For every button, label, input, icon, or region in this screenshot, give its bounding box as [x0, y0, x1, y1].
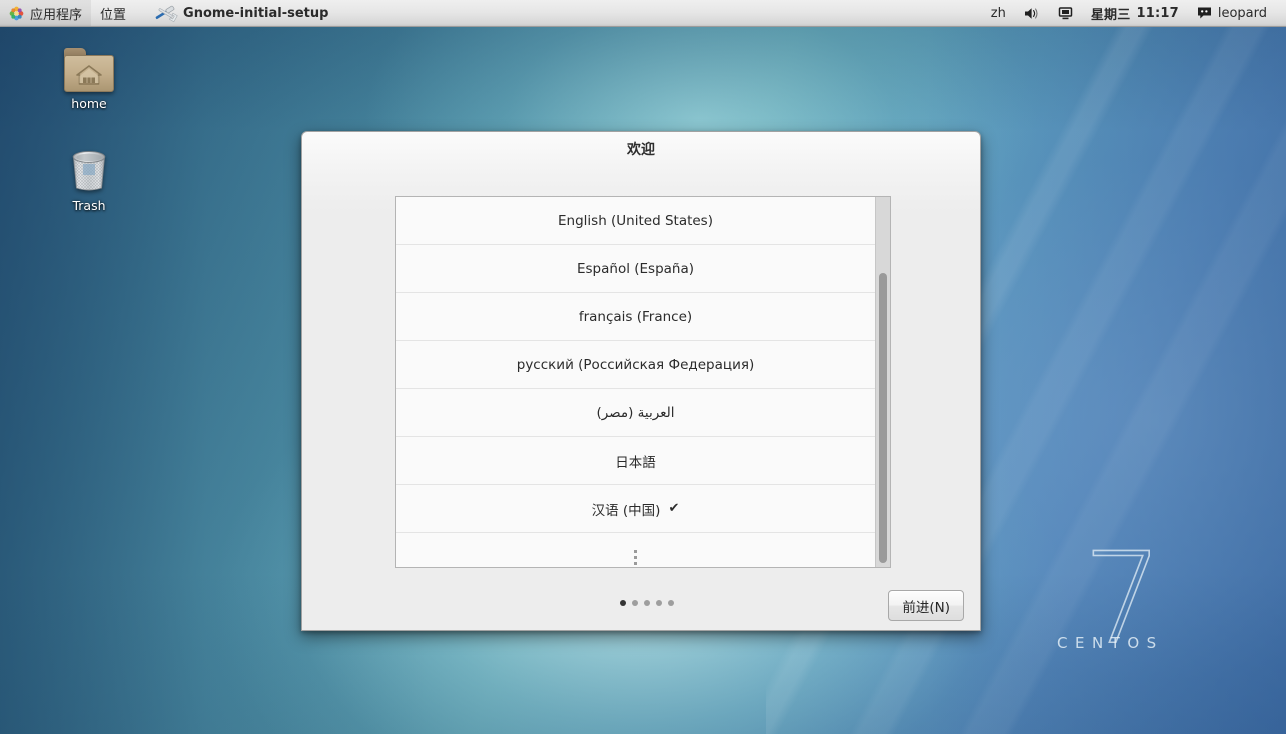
clock-indicator[interactable]: 星期三 11:17 — [1082, 0, 1188, 26]
clock-day-label: 星期三 — [1090, 7, 1131, 23]
language-option-spanish[interactable]: Español (España) — [396, 245, 875, 293]
dialog-title: 欢迎 — [627, 142, 655, 158]
language-list-scrollbar[interactable] — [875, 197, 890, 567]
clock-time-label: 11:17 — [1136, 5, 1179, 21]
input-source-indicator[interactable]: zh — [982, 0, 1015, 26]
menu-applications[interactable]: 应用程序 — [0, 0, 92, 26]
page-indicator-dots — [620, 600, 674, 606]
home-folder-icon — [64, 48, 114, 92]
language-option-english[interactable]: English (United States) — [396, 197, 875, 245]
page-dot-1[interactable] — [620, 600, 626, 606]
menu-places-label: 位置 — [100, 7, 127, 23]
input-source-label: zh — [990, 5, 1006, 21]
language-option-russian[interactable]: русский (Российская Федерация) — [396, 341, 875, 389]
language-label: Español (España) — [576, 260, 695, 277]
language-list[interactable]: English (United States) Español (España)… — [395, 196, 891, 568]
user-name-label: leopard — [1217, 5, 1267, 21]
language-label: 汉语 (中国) — [591, 502, 661, 519]
scrollbar-thumb[interactable] — [879, 273, 887, 563]
panel-left-group: 应用程序 位置 Gnome-initial-setup — [0, 0, 335, 26]
panel-right-group: zh 星期三 11:17 leopard — [982, 0, 1286, 26]
dialog-titlebar: 欢迎 — [302, 132, 980, 166]
user-menu[interactable]: leopard — [1188, 0, 1276, 26]
window-task-label: Gnome-initial-setup — [183, 5, 329, 21]
tools-icon — [152, 2, 178, 24]
language-option-french[interactable]: français (France) — [396, 293, 875, 341]
checkmark-icon: ✔ — [668, 501, 680, 516]
language-label: English (United States) — [558, 212, 713, 229]
welcome-dialog: 欢迎 English (United States) Español (Espa… — [301, 131, 981, 631]
volume-indicator[interactable] — [1015, 0, 1049, 26]
desktop-icon-home[interactable]: home — [41, 48, 137, 111]
language-label: français (France) — [578, 308, 693, 325]
more-vertical-icon — [634, 549, 637, 565]
trash-can-icon — [67, 148, 111, 194]
house-glyph-icon — [76, 65, 102, 85]
speaker-icon — [1024, 6, 1040, 21]
monitor-icon — [1058, 6, 1073, 21]
top-panel: 应用程序 位置 Gnome-initial-setup zh 星期三 11:17… — [0, 0, 1286, 27]
desktop-screen: 7 CENTOS home — [0, 0, 1286, 734]
language-option-arabic[interactable]: العربية (مصر) — [396, 389, 875, 437]
next-button[interactable]: 前进(N) — [888, 590, 964, 621]
language-label: русский (Российская Федерация) — [516, 356, 755, 373]
language-option-japanese[interactable]: 日本語 — [396, 437, 875, 485]
language-label: العربية (مصر) — [596, 404, 675, 421]
gnome-foot-icon — [9, 6, 24, 21]
language-label: 日本語 — [615, 454, 656, 471]
menu-places[interactable]: 位置 — [91, 0, 135, 26]
menu-applications-label: 应用程序 — [30, 7, 83, 23]
page-dot-2[interactable] — [632, 600, 638, 606]
desktop-icon-home-label: home — [71, 96, 107, 111]
dialog-footer: 前进(N) — [302, 584, 980, 630]
window-task-gnome-initial-setup[interactable]: Gnome-initial-setup — [148, 0, 335, 26]
language-list-more[interactable] — [396, 533, 875, 567]
desktop-icon-trash-label: Trash — [72, 198, 106, 213]
page-dot-5[interactable] — [668, 600, 674, 606]
message-tray-icon — [1197, 6, 1212, 20]
desktop-icon-trash[interactable]: Trash — [41, 148, 137, 213]
page-dot-3[interactable] — [644, 600, 650, 606]
page-dot-4[interactable] — [656, 600, 662, 606]
display-indicator[interactable] — [1049, 0, 1082, 26]
language-option-chinese[interactable]: 汉语 (中国) ✔ — [396, 485, 875, 533]
language-list-rows: English (United States) Español (España)… — [396, 197, 875, 567]
